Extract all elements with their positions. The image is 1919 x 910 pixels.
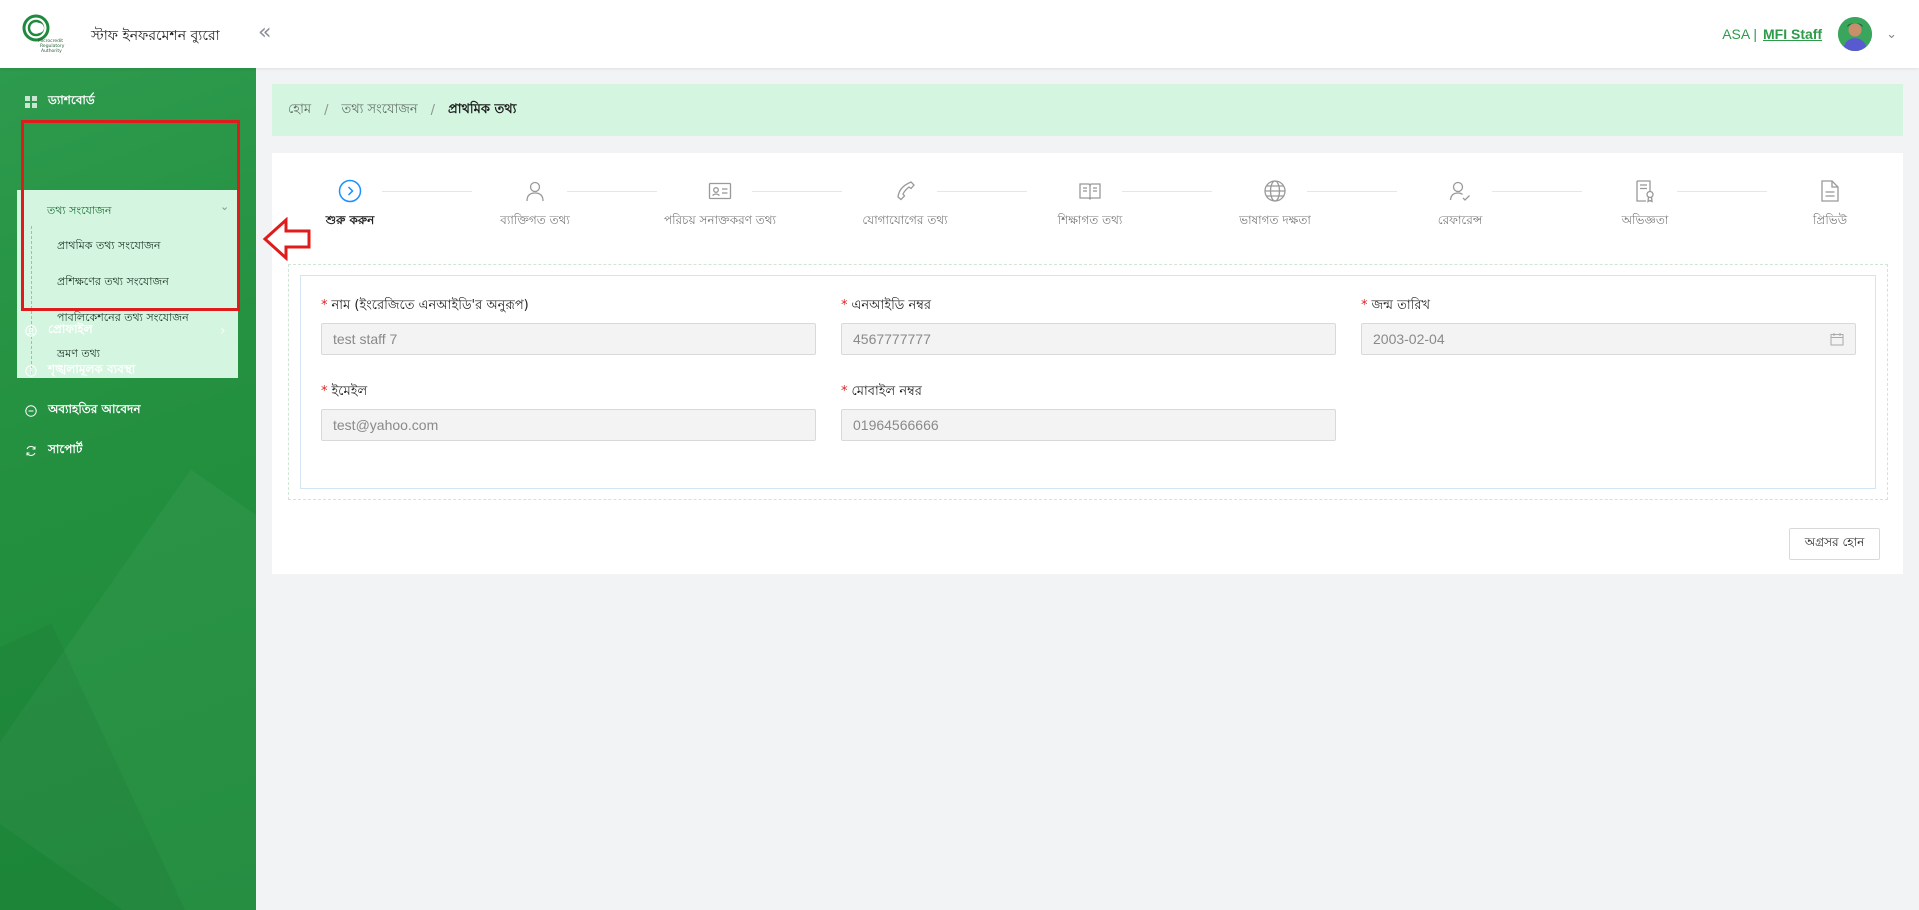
user-menu[interactable]: ASA | MFI Staff ⌄ [1722, 15, 1897, 53]
step-wizard: শুরু করুন ব্যাক্তিগত তথ্য পরিচয় সনাক্তক… [272, 179, 1903, 239]
minus-circle-icon [24, 404, 38, 418]
sidebar-item-support[interactable]: সাপোর্ট [24, 441, 82, 461]
step-label: ভাষাগত দক্ষতা [1239, 213, 1311, 227]
sidebar-item-label: অব্যাহতির আবেদন [48, 402, 141, 416]
step-education[interactable]: শিক্ষাগত তথ্য [1030, 179, 1150, 232]
step-reference[interactable]: রেফারেন্স [1400, 179, 1520, 232]
nid-label: * এনআইডি নম্বর [841, 298, 932, 313]
basic-info-form: * নাম (ইংরেজিতে এনআইডি'র অনুরূপ) test sta… [300, 275, 1876, 489]
breadcrumb-current: প্রাথমিক তথ্য [448, 101, 517, 117]
role-link[interactable]: MFI Staff [1763, 26, 1822, 42]
organization-label: ASA | [1722, 26, 1757, 42]
submenu-item-basic-info[interactable]: প্রাথমিক তথ্য সংযোজন [57, 237, 160, 256]
book-icon [1079, 183, 1101, 200]
sidebar-item-label: শৃঙ্খলামূলক ব্যবস্থা [48, 362, 136, 376]
submenu-guide-line [31, 226, 32, 374]
email-input[interactable]: test@yahoo.com [321, 409, 816, 441]
next-button[interactable]: অগ্রসর হোন [1789, 528, 1880, 560]
name-label: * নাম (ইংরেজিতে এনআইডি'র অনুরূপ) [321, 298, 529, 313]
sidebar-item-dashboard[interactable]: ড্যাশবোর্ড [24, 92, 95, 112]
form-outer-frame: * নাম (ইংরেজিতে এনআইডি'র অনুরূপ) test sta… [288, 264, 1888, 500]
user-check-icon [1449, 181, 1470, 201]
mobile-field-group: * মোবাইল নম্বর 01964566666 [841, 382, 1336, 441]
step-label: অভিজ্ঞতা [1621, 213, 1669, 227]
submenu-data-entry: তথ্য সংযোজন ⌄ প্রাথমিক তথ্য সংযোজন প্রশি… [17, 190, 238, 378]
step-experience[interactable]: অভিজ্ঞতা [1585, 179, 1705, 232]
certificate-icon [1636, 180, 1654, 203]
dob-field-group: * জন্ম তারিখ 2003-02-04 [1361, 296, 1856, 355]
user-circle-icon [24, 324, 38, 338]
sidebar-item-resignation[interactable]: অব্যাহতির আবেদন [24, 401, 141, 421]
form-card: শুরু করুন ব্যাক্তিগত তথ্য পরিচয় সনাক্তক… [272, 153, 1903, 574]
submenu-item-training-info[interactable]: প্রশিক্ষণের তথ্য সংযোজন [57, 273, 169, 292]
breadcrumb-home[interactable]: হোম [288, 100, 311, 121]
calendar-icon[interactable] [1830, 332, 1844, 346]
user-icon [526, 181, 544, 202]
step-language[interactable]: ভাষাগত দক্ষতা [1215, 179, 1335, 232]
chevron-down-icon[interactable]: ⌄ [220, 200, 229, 213]
name-field-group: * নাম (ইংরেজিতে এনআইডি'র অনুরূপ) test sta… [321, 296, 816, 355]
step-identification[interactable]: পরিচয় সনাক্তকরণ তথ্য [660, 179, 780, 232]
mra-logo: Microcredit Regulatory Authority [22, 14, 65, 54]
info-circle-icon [24, 364, 38, 378]
submenu-parent-label[interactable]: তথ্য সংযোজন [47, 202, 111, 221]
app-title: স্টাফ ইনফরমেশন ব্যুরো [91, 28, 220, 44]
step-label: পরিচয় সনাক্তকরণ তথ্য [663, 213, 777, 227]
globe-icon [1264, 180, 1286, 202]
svg-text:Authority: Authority [41, 48, 62, 54]
document-icon [1821, 180, 1839, 202]
step-label: রেফারেন্স [1437, 213, 1483, 227]
red-arrow-annotation [262, 217, 311, 261]
nid-field-group: * এনআইডি নম্বর 4567777777 [841, 296, 1336, 355]
step-contact[interactable]: যোগাযোগের তথ্য [845, 179, 965, 232]
sidebar-item-label: প্রোফাইল [48, 322, 93, 336]
dashboard-icon [24, 95, 38, 109]
sidebar-item-discipline[interactable]: শৃঙ্খলামূলক ব্যবস্থা [24, 361, 135, 381]
step-label: শিক্ষাগত তথ্য [1057, 213, 1123, 227]
email-label: * ইমেইল [321, 384, 368, 399]
id-card-icon [708, 182, 732, 200]
mobile-input[interactable]: 01964566666 [841, 409, 1336, 441]
chevron-down-icon[interactable]: ⌄ [1886, 27, 1897, 42]
step-personal-info[interactable]: ব্যাক্তিগত তথ্য [475, 179, 595, 232]
step-label: প্রিভিউ [1812, 213, 1848, 227]
breadcrumb-section[interactable]: তথ্য সংযোজন [341, 100, 417, 121]
nid-input[interactable]: 4567777777 [841, 323, 1336, 355]
step-preview[interactable]: প্রিভিউ [1770, 179, 1890, 232]
name-input[interactable]: test staff 7 [321, 323, 816, 355]
chevron-right-icon: › [220, 323, 226, 339]
breadcrumb: হোম / তথ্য সংযোজন / প্রাথমিক তথ্য [272, 84, 1903, 136]
step-label: ব্যাক্তিগত তথ্য [500, 213, 570, 227]
breadcrumb-separator: / [430, 102, 436, 118]
sidebar: ড্যাশবোর্ড তথ্য সংযোজন ⌄ প্রাথমিক তথ্য স… [0, 68, 256, 910]
phone-icon [897, 181, 915, 201]
email-field-group: * ইমেইল test@yahoo.com [321, 382, 816, 441]
mobile-label: * মোবাইল নম্বর [841, 384, 922, 399]
dob-input[interactable]: 2003-02-04 [1361, 323, 1856, 355]
double-chevron-left-icon[interactable]: « [258, 20, 271, 45]
top-header: Microcredit Regulatory Authority স্টাফ ই… [0, 0, 1919, 68]
breadcrumb-separator: / [324, 102, 329, 118]
step-label: যোগাযোগের তথ্য [862, 213, 948, 227]
sync-icon [24, 444, 38, 458]
sidebar-item-profile[interactable]: প্রোফাইল › [24, 321, 226, 341]
dob-label: * জন্ম তারিখ [1361, 298, 1431, 313]
avatar[interactable] [1838, 17, 1873, 51]
play-circle-icon [338, 179, 362, 203]
sidebar-item-label: সাপোর্ট [48, 442, 83, 456]
sidebar-item-label: ড্যাশবোর্ড [48, 93, 95, 107]
